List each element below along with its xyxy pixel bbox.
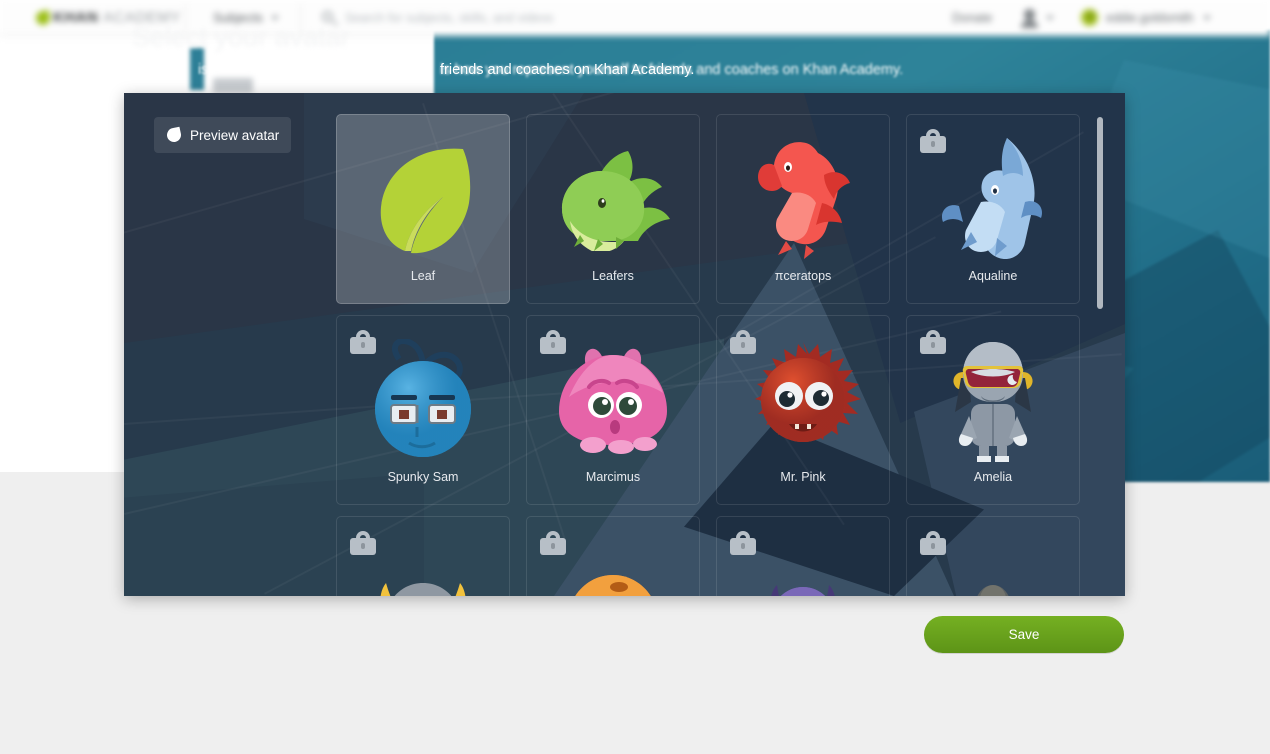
chevron-down-icon[interactable] [1203,16,1211,20]
leaf-logo-icon [34,9,52,27]
chevron-down-icon[interactable] [271,16,279,20]
avatar-name-label: Marcimus [585,470,641,484]
avatar-artwork [907,330,1079,470]
avatar-tile[interactable]: Leaf [336,114,510,304]
avatar-artwork [527,129,699,269]
leaf-icon [165,126,183,144]
logo-bold: KHAN [53,9,99,26]
avatar-tile[interactable]: Aqualine [906,114,1080,304]
avatar-tile[interactable]: Amelia [906,315,1080,505]
avatar-tile[interactable] [526,516,700,596]
avatar-name-label: πceratops [774,269,832,283]
avatar-artwork [527,531,699,596]
avatar-artwork [337,330,509,470]
avatar-artwork [337,531,509,596]
avatar-name-label: Leaf [410,269,436,283]
preview-avatar-button[interactable]: Preview avatar [154,117,291,153]
page-badge [213,78,253,93]
scrollbar-thumb[interactable] [1097,117,1103,309]
avatar-artwork [907,531,1079,596]
avatar-name-label: Leafers [592,269,634,283]
page-title: Select your avatar [132,22,350,52]
page-subtext: is how you represent yourself to [198,62,403,78]
user-avatar[interactable] [1081,9,1098,26]
avatar-tile[interactable]: Leafers [526,114,700,304]
avatar-artwork [337,129,509,269]
username-label[interactable]: eddie.goldsmith [1106,11,1194,25]
avatar-tile[interactable] [336,516,510,596]
avatar-tile[interactable] [716,516,890,596]
avatar-tile[interactable]: πceratops [716,114,890,304]
search-input[interactable]: Search for subjects, skills, and videos [345,11,553,25]
avatar-name-label: Spunky Sam [387,470,459,484]
avatar-name-label: Aqualine [968,269,1018,283]
avatar-artwork [527,330,699,470]
avatar-name-label: Mr. Pink [780,470,826,484]
avatar-tile[interactable]: Mr. Pink [716,315,890,505]
avatar-tile[interactable]: Spunky Sam [336,315,510,505]
person-icon[interactable] [1021,9,1038,28]
avatar-tile[interactable]: Marcimus [526,315,700,505]
donate-link[interactable]: Donate [952,11,992,25]
search-icon[interactable] [322,11,333,22]
avatar-grid-scrollbar[interactable] [1094,110,1106,588]
avatar-artwork [717,531,889,596]
avatar-artwork [907,129,1079,269]
preview-avatar-label: Preview avatar [190,127,280,143]
avatar-grid: Leaf Leafers πceratops Aqualine Spunky S… [336,114,1094,596]
page-subtext-tail: friends and coaches on Khan Academy. [440,62,695,78]
avatar-artwork [717,129,889,269]
save-button[interactable]: Save [924,616,1124,653]
avatar-tile[interactable] [906,516,1080,596]
avatar-name-label: Amelia [973,470,1013,484]
chevron-down-icon[interactable] [1046,16,1054,20]
avatar-artwork [717,330,889,470]
